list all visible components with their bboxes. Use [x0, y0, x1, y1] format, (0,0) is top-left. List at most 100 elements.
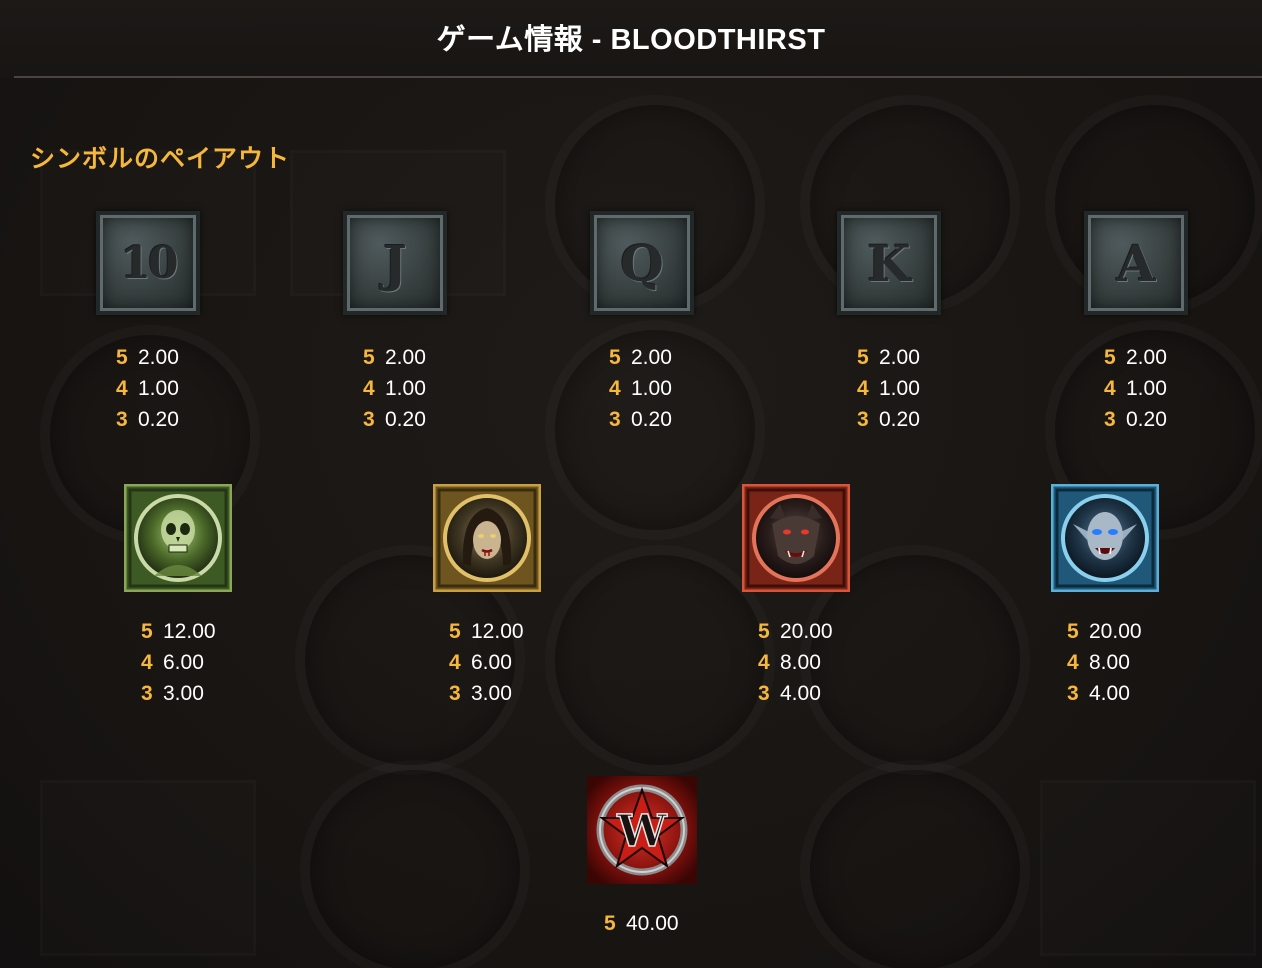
- payout-count: 3: [449, 682, 461, 705]
- symbol-letter: Q: [620, 233, 664, 293]
- payout-row: 4 1.00: [116, 373, 179, 404]
- payout-count: 5: [116, 346, 128, 369]
- payout-value: 1.00: [1126, 377, 1167, 400]
- payout-count: 4: [449, 651, 461, 674]
- payout-value: 20.00: [1089, 620, 1142, 643]
- payout-value: 2.00: [1126, 346, 1167, 369]
- payout-row: 4 1.00: [609, 373, 672, 404]
- payout-value: 12.00: [471, 620, 524, 643]
- payout-value: 1.00: [138, 377, 179, 400]
- payout-count: 5: [1104, 346, 1116, 369]
- payout-value: 8.00: [780, 651, 821, 674]
- payout-count: 4: [758, 651, 770, 674]
- payout-count: 5: [758, 620, 770, 643]
- payout-count: 3: [363, 408, 375, 431]
- payout-value: 3.00: [163, 682, 204, 705]
- section-title: シンボルのペイアウト: [30, 145, 291, 173]
- payout-row: 5 40.00: [604, 908, 679, 939]
- payout-row: 3 4.00: [1067, 678, 1142, 709]
- payout-count: 3: [758, 682, 770, 705]
- stone-q-icon: Q: [590, 211, 694, 315]
- payout-value: 4.00: [1089, 682, 1130, 705]
- payout-value: 2.00: [631, 346, 672, 369]
- payout-row: 5 2.00: [857, 342, 920, 373]
- payout-list: 5 20.00 4 8.00 3 4.00: [1067, 616, 1142, 709]
- payout-row: 3 0.20: [1104, 404, 1167, 435]
- payout-row: 5 20.00: [758, 616, 833, 647]
- background-ring: [300, 760, 530, 968]
- payout-row: 3 0.20: [609, 404, 672, 435]
- payout-value: 0.20: [138, 408, 179, 431]
- werewolf-icon: [742, 484, 850, 592]
- payout-row: 4 1.00: [857, 373, 920, 404]
- payout-count: 4: [141, 651, 153, 674]
- payout-value: 2.00: [385, 346, 426, 369]
- payout-count: 5: [363, 346, 375, 369]
- payout-list: 5 2.00 4 1.00 3 0.20: [116, 342, 179, 435]
- payout-list: 5 2.00 4 1.00 3 0.20: [363, 342, 426, 435]
- payout-list: 5 12.00 4 6.00 3 3.00: [449, 616, 524, 709]
- payout-count: 5: [141, 620, 153, 643]
- payout-row: 3 4.00: [758, 678, 833, 709]
- stone-10-icon: 10: [96, 211, 200, 315]
- header-divider: [14, 76, 1262, 78]
- payout-list: 5 2.00 4 1.00 3 0.20: [857, 342, 920, 435]
- background-reel-tile: [1040, 780, 1256, 956]
- payout-row: 5 20.00: [1067, 616, 1142, 647]
- background-ring: [800, 760, 1030, 968]
- payout-value: 0.20: [879, 408, 920, 431]
- symbol-letter: A: [1116, 233, 1156, 293]
- wild-letter: W: [616, 806, 667, 857]
- payout-row: 4 8.00: [758, 647, 833, 678]
- payout-count: 5: [857, 346, 869, 369]
- payout-row: 5 12.00: [141, 616, 216, 647]
- payout-row: 5 2.00: [609, 342, 672, 373]
- wild-w-icon: W: [587, 776, 697, 884]
- payout-value: 0.20: [631, 408, 672, 431]
- payout-row: 3 0.20: [116, 404, 179, 435]
- payout-count: 4: [609, 377, 621, 400]
- payout-list: 5 12.00 4 6.00 3 3.00: [141, 616, 216, 709]
- payout-row: 5 2.00: [1104, 342, 1167, 373]
- payout-value: 1.00: [385, 377, 426, 400]
- payout-value: 0.20: [1126, 408, 1167, 431]
- payout-row: 4 1.00: [363, 373, 426, 404]
- payout-value: 6.00: [163, 651, 204, 674]
- payout-value: 6.00: [471, 651, 512, 674]
- payout-count: 5: [1067, 620, 1079, 643]
- payout-value: 4.00: [780, 682, 821, 705]
- background-reel-tile: [40, 780, 256, 956]
- payout-value: 1.00: [631, 377, 672, 400]
- payout-value: 2.00: [138, 346, 179, 369]
- payout-count: 5: [609, 346, 621, 369]
- payout-value: 8.00: [1089, 651, 1130, 674]
- payout-count: 4: [1067, 651, 1079, 674]
- payout-count: 3: [141, 682, 153, 705]
- payout-row: 3 3.00: [141, 678, 216, 709]
- payout-count: 4: [116, 377, 128, 400]
- game-info-page: ゲーム情報 - BLOODTHIRST シンボルのペイアウト 10 5 2.00 …: [0, 0, 1262, 968]
- payout-row: 4 6.00: [141, 647, 216, 678]
- payout-row: 4 1.00: [1104, 373, 1167, 404]
- vampire-icon: [1051, 484, 1159, 592]
- payout-row: 3 3.00: [449, 678, 524, 709]
- payout-value: 1.00: [879, 377, 920, 400]
- payout-count: 4: [857, 377, 869, 400]
- stone-a-icon: A: [1084, 211, 1188, 315]
- payout-count: 4: [1104, 377, 1116, 400]
- vampire-woman-icon: [433, 484, 541, 592]
- payout-count: 3: [857, 408, 869, 431]
- payout-value: 40.00: [626, 912, 679, 935]
- payout-count: 3: [116, 408, 128, 431]
- payout-row: 4 6.00: [449, 647, 524, 678]
- symbol-letter: 10: [120, 237, 178, 289]
- payout-count: 5: [604, 912, 616, 935]
- payout-row: 3 0.20: [363, 404, 426, 435]
- page-title: ゲーム情報 - BLOODTHIRST: [436, 24, 826, 56]
- payout-value: 2.00: [879, 346, 920, 369]
- payout-count: 3: [609, 408, 621, 431]
- payout-row: 5 12.00: [449, 616, 524, 647]
- payout-row: 3 0.20: [857, 404, 920, 435]
- symbol-letter: K: [867, 233, 911, 293]
- payout-value: 0.20: [385, 408, 426, 431]
